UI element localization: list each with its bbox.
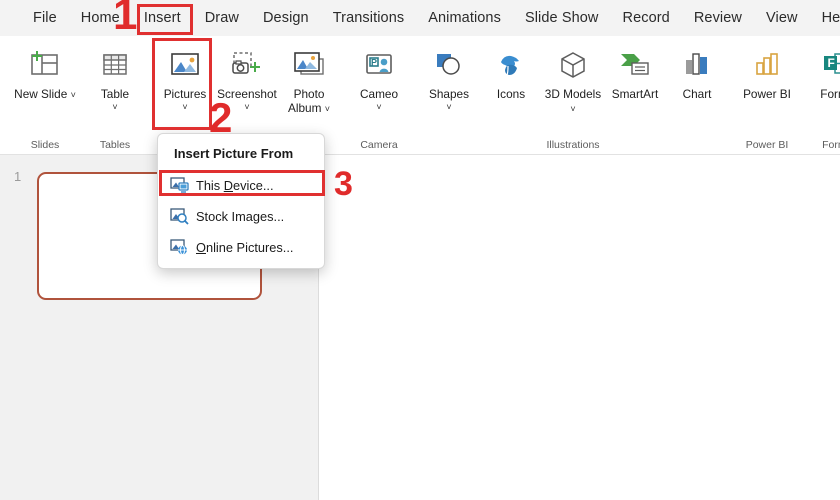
- group-label-slides: Slides: [30, 139, 60, 151]
- group-label-forms: Forms: [822, 139, 840, 151]
- smartart-icon: [618, 48, 652, 82]
- photo-album-label: Photo Album: [288, 87, 325, 115]
- cameo-label: Cameo: [359, 87, 399, 101]
- photo-album-button[interactable]: Photo Album ˅: [278, 42, 340, 128]
- tab-file[interactable]: File: [22, 6, 68, 30]
- forms-icon: F: [821, 48, 840, 82]
- ribbon-group-illustrations: Shapes ˅ Icons 3D Models ˅ SmartArt Char…: [418, 36, 728, 155]
- new-slide-button[interactable]: New Slide ˅: [14, 42, 76, 128]
- chevron-down-icon[interactable]: ˅: [244, 102, 249, 112]
- shapes-button[interactable]: Shapes ˅: [418, 42, 480, 128]
- tab-insert[interactable]: Insert: [133, 6, 192, 30]
- screenshot-icon: [230, 48, 264, 82]
- chevron-down-icon[interactable]: ˅: [182, 102, 187, 112]
- menu-item-stock-images-label: Stock Images...: [196, 209, 285, 224]
- slide-canvas[interactable]: [319, 155, 840, 500]
- chevron-down-icon[interactable]: ˅: [446, 102, 451, 112]
- tab-help[interactable]: He: [811, 6, 840, 30]
- icons-button[interactable]: Icons: [480, 42, 542, 128]
- ribbon-group-camera: P Cameo ˅ Camera: [348, 36, 410, 155]
- chevron-down-icon[interactable]: ˅: [112, 102, 117, 112]
- icons-icon: [495, 48, 527, 82]
- menu-item-this-device[interactable]: This Device...: [158, 170, 324, 201]
- table-button[interactable]: Table ˅: [84, 42, 146, 128]
- shapes-label: Shapes: [428, 87, 469, 101]
- group-label-tables: Tables: [99, 139, 131, 151]
- pictures-button[interactable]: Pictures ˅: [154, 42, 216, 128]
- cameo-button[interactable]: P Cameo ˅: [348, 42, 410, 128]
- chevron-down-icon[interactable]: ˅: [71, 90, 76, 100]
- ribbon: New Slide ˅ Slides Table ˅ Tables Pictur…: [0, 36, 840, 155]
- group-label-power-bi: Power BI: [745, 139, 789, 151]
- smartart-label: SmartArt: [611, 87, 659, 101]
- chart-button[interactable]: Chart: [666, 42, 728, 128]
- 3d-models-label: 3D Models: [544, 87, 602, 101]
- tab-design[interactable]: Design: [252, 6, 320, 30]
- menu-item-stock-images[interactable]: Stock Images...: [158, 201, 324, 232]
- annotation-step-3: 3: [334, 165, 353, 203]
- group-label-illustrations: Illustrations: [546, 139, 600, 151]
- menu-item-online-pictures[interactable]: Online Pictures...: [158, 232, 324, 263]
- chart-label: Chart: [682, 87, 712, 101]
- ribbon-group-slides: New Slide ˅ Slides: [14, 36, 76, 155]
- powerpoint-window: File Home Insert Draw Design Transitions…: [0, 0, 840, 500]
- ribbon-group-power-bi: Power BI Power BI: [736, 36, 798, 155]
- tab-record[interactable]: Record: [612, 6, 681, 30]
- cameo-icon: P: [363, 48, 395, 82]
- picture-device-icon: [170, 177, 196, 194]
- forms-label: Forms: [820, 87, 840, 101]
- annotation-step-2: 2: [209, 94, 233, 141]
- forms-button[interactable]: F Forms: [806, 42, 840, 128]
- table-icon: [100, 48, 130, 82]
- power-bi-button[interactable]: Power BI: [736, 42, 798, 128]
- power-bi-icon: [752, 48, 782, 82]
- tab-transitions[interactable]: Transitions: [322, 6, 415, 30]
- insert-picture-from-menu: Insert Picture From This Device... Stock…: [157, 133, 325, 269]
- ribbon-group-tables: Table ˅ Tables: [84, 36, 146, 155]
- tab-animations[interactable]: Animations: [417, 6, 512, 30]
- 3d-models-icon: [557, 48, 589, 82]
- ribbon-group-forms: F Forms Forms: [806, 36, 840, 155]
- new-slide-label: New Slide: [14, 87, 68, 101]
- chevron-down-icon[interactable]: ˅: [570, 104, 575, 114]
- menu-header: Insert Picture From: [174, 146, 294, 161]
- photo-album-icon: [292, 48, 326, 82]
- picture-search-icon: [170, 208, 196, 225]
- smartart-button[interactable]: SmartArt: [604, 42, 666, 128]
- annotation-step-1: 1: [113, 0, 138, 39]
- shapes-icon: [433, 48, 465, 82]
- svg-text:P: P: [371, 58, 377, 68]
- chevron-down-icon[interactable]: ˅: [325, 104, 330, 114]
- svg-text:F: F: [828, 56, 835, 70]
- group-label-camera: Camera: [360, 139, 398, 151]
- new-slide-icon: [29, 48, 61, 82]
- tab-slide-show[interactable]: Slide Show: [514, 6, 610, 30]
- power-bi-label: Power BI: [743, 87, 791, 101]
- picture-globe-icon: [170, 239, 196, 256]
- pictures-label: Pictures: [163, 87, 207, 101]
- icons-label: Icons: [496, 87, 526, 101]
- chevron-down-icon[interactable]: ˅: [376, 102, 381, 112]
- table-label: Table: [100, 87, 130, 101]
- slide-number: 1: [14, 169, 22, 184]
- chart-icon: [682, 48, 712, 82]
- 3d-models-button[interactable]: 3D Models ˅: [542, 42, 604, 128]
- pictures-icon: [169, 48, 201, 82]
- tab-view[interactable]: View: [755, 6, 809, 30]
- tab-review[interactable]: Review: [683, 6, 753, 30]
- tab-draw[interactable]: Draw: [194, 6, 250, 30]
